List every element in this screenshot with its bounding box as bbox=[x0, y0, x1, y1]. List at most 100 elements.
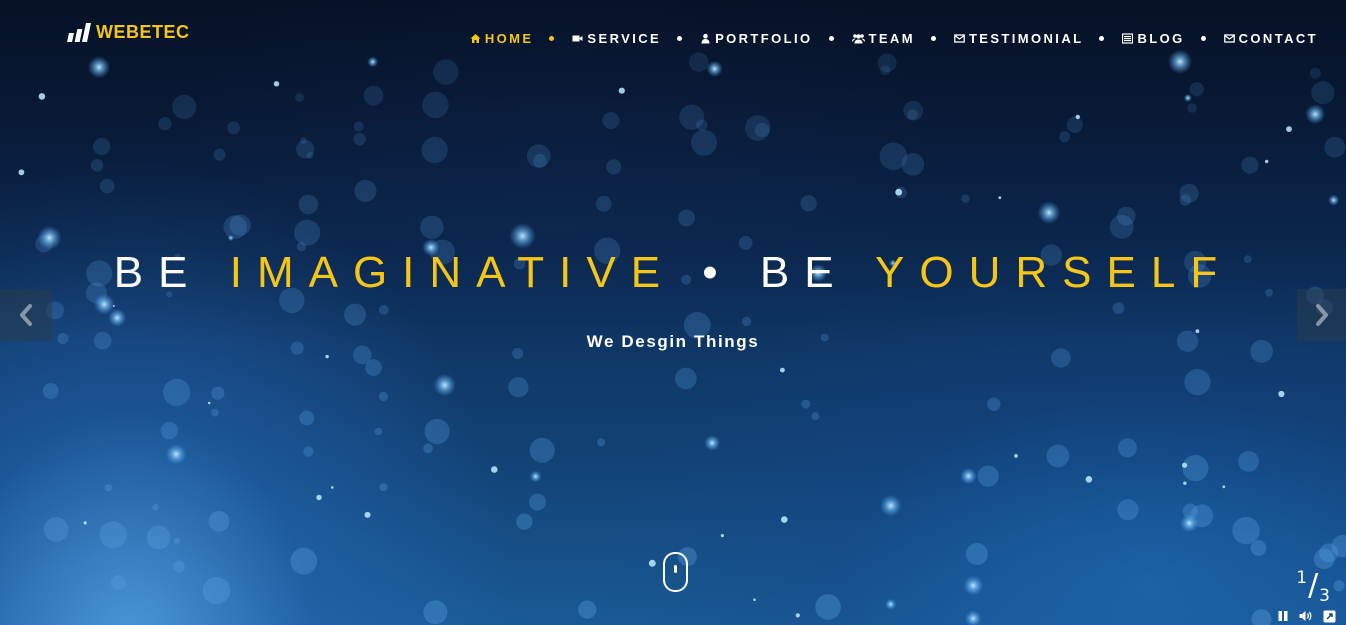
bokeh-particle bbox=[363, 85, 384, 106]
bokeh-particle bbox=[173, 537, 181, 545]
bokeh-particle bbox=[509, 222, 536, 250]
envelope-icon bbox=[954, 33, 965, 44]
list-icon bbox=[1122, 33, 1134, 44]
video-controls bbox=[1267, 609, 1336, 623]
bokeh-particle bbox=[1117, 499, 1139, 521]
bokeh-particle bbox=[344, 303, 366, 326]
bokeh-particle bbox=[374, 427, 383, 436]
nav-item-team[interactable]: TEAM bbox=[851, 31, 915, 46]
bokeh-particle bbox=[903, 100, 924, 121]
headline-part: • BE bbox=[675, 248, 876, 297]
bokeh-particle bbox=[885, 598, 897, 610]
bokeh-particle bbox=[597, 438, 606, 447]
slide-separator: / bbox=[1308, 568, 1319, 603]
bokeh-particle bbox=[379, 483, 388, 492]
bokeh-particle bbox=[433, 59, 459, 85]
bokeh-particle bbox=[299, 410, 315, 426]
bokeh-particle bbox=[1179, 194, 1192, 206]
bokeh-particle bbox=[1037, 201, 1061, 225]
slider-next-button[interactable] bbox=[1297, 289, 1346, 341]
nav-item-service[interactable]: SERVICE bbox=[572, 31, 661, 46]
bokeh-sparkle bbox=[1265, 159, 1269, 164]
bokeh-particle bbox=[172, 560, 185, 573]
slide-counter: 1/3 bbox=[1296, 568, 1330, 606]
bokeh-particle bbox=[146, 525, 171, 550]
bokeh-particle bbox=[1324, 136, 1346, 158]
logo-text: WEBETEC bbox=[96, 22, 190, 42]
bokeh-particle bbox=[365, 359, 382, 376]
bokeh-particle bbox=[1046, 444, 1070, 468]
bokeh-particle bbox=[508, 377, 529, 398]
bokeh-sparkle bbox=[720, 534, 725, 538]
bokeh-particle bbox=[1250, 540, 1267, 556]
bokeh-sparkle bbox=[895, 188, 903, 196]
bokeh-sparkle bbox=[316, 494, 322, 501]
bokeh-particle bbox=[354, 179, 377, 202]
bokeh-particle bbox=[741, 316, 752, 327]
slide-total: 3 bbox=[1319, 586, 1330, 606]
bokeh-sparkle bbox=[331, 486, 334, 489]
bokeh-sparkle bbox=[618, 87, 625, 94]
bokeh-particle bbox=[977, 465, 999, 487]
bokeh-particle bbox=[1328, 194, 1340, 206]
volume-button[interactable] bbox=[1299, 609, 1313, 623]
chevron-right-icon bbox=[1315, 304, 1328, 326]
bokeh-sparkle bbox=[648, 559, 656, 567]
users-icon bbox=[851, 33, 865, 44]
bokeh-particle bbox=[43, 517, 69, 542]
nav-item-contact[interactable]: CONTACT bbox=[1223, 31, 1318, 46]
headline-highlight: IMAGINATIVE bbox=[229, 248, 676, 297]
bokeh-particle bbox=[160, 422, 178, 440]
bokeh-particle bbox=[422, 91, 449, 119]
hero-headline: BE IMAGINATIVE • BE YOURSELF bbox=[0, 248, 1346, 298]
bokeh-sparkle bbox=[364, 511, 371, 518]
bokeh-sparkle bbox=[1183, 481, 1187, 485]
bokeh-particle bbox=[689, 52, 709, 72]
bokeh-sparkle bbox=[325, 354, 329, 359]
nav-item-testimonial[interactable]: TESTIMONIAL bbox=[954, 31, 1084, 46]
nav-item-blog[interactable]: BLOG bbox=[1122, 31, 1184, 46]
main-nav: HOME SERVICE PORTFOLIO TEAM TESTIMONIAL … bbox=[470, 31, 1318, 46]
fullscreen-button[interactable] bbox=[1322, 609, 1336, 623]
bokeh-particle bbox=[815, 594, 841, 620]
logo[interactable]: WEBETEC bbox=[67, 22, 190, 43]
bokeh-particle bbox=[152, 504, 159, 511]
bokeh-sparkle bbox=[1286, 126, 1292, 132]
bokeh-particle bbox=[801, 399, 811, 409]
user-icon bbox=[700, 33, 711, 44]
slider-prev-button[interactable] bbox=[0, 289, 52, 341]
bokeh-sparkle bbox=[753, 598, 756, 601]
bokeh-sparkle bbox=[491, 466, 498, 473]
bokeh-particle bbox=[578, 600, 597, 619]
bokeh-particle bbox=[963, 575, 984, 596]
pause-icon bbox=[1278, 611, 1288, 621]
bokeh-particle bbox=[602, 112, 620, 129]
bokeh-particle bbox=[421, 136, 448, 164]
bokeh-particle bbox=[516, 513, 533, 530]
bokeh-sparkle bbox=[1085, 476, 1093, 483]
bokeh-particle bbox=[1167, 49, 1193, 74]
bokeh-particle bbox=[165, 443, 187, 465]
nav-item-label: TEAM bbox=[868, 31, 915, 46]
scroll-down-indicator[interactable] bbox=[663, 552, 688, 592]
slide-current: 1 bbox=[1296, 568, 1308, 588]
bokeh-sparkle bbox=[1014, 454, 1018, 458]
hero-subheadline: We Desgin Things bbox=[586, 332, 760, 351]
pause-button[interactable] bbox=[1276, 609, 1290, 623]
bokeh-particle bbox=[211, 386, 225, 400]
bokeh-particle bbox=[678, 209, 695, 227]
bokeh-particle bbox=[704, 435, 721, 451]
bokeh-particle bbox=[306, 151, 314, 159]
bokeh-particle bbox=[595, 195, 612, 212]
bokeh-particle bbox=[1232, 516, 1260, 545]
bokeh-sparkle bbox=[1222, 485, 1226, 489]
nav-item-label: SERVICE bbox=[587, 31, 662, 46]
nav-item-home[interactable]: HOME bbox=[470, 31, 534, 46]
bokeh-sparkle bbox=[1278, 390, 1285, 398]
volume-icon bbox=[1299, 611, 1312, 621]
nav-separator-dot bbox=[677, 36, 683, 41]
nav-item-portfolio[interactable]: PORTFOLIO bbox=[700, 31, 812, 46]
nav-separator-dot bbox=[549, 36, 555, 41]
bokeh-particle bbox=[423, 443, 433, 454]
bokeh-sparkle bbox=[795, 613, 800, 618]
